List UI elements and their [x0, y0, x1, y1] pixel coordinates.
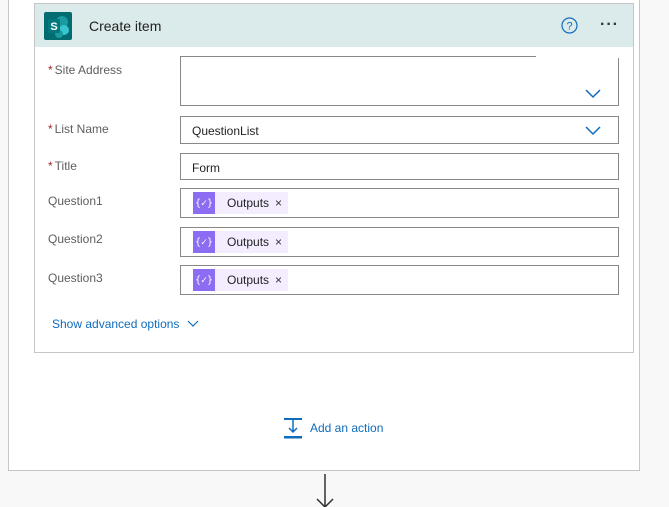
more-options-icon[interactable]: ··· [600, 16, 619, 34]
list-name-label: * List Name [48, 122, 109, 136]
create-item-card: S Create item ? ··· * Site Address * List … [34, 3, 634, 353]
question3-label: Question3 [48, 271, 103, 285]
remove-token-icon[interactable]: × [275, 235, 282, 249]
card-title: Create item [89, 18, 162, 34]
question2-input[interactable]: {✓} Outputs × [180, 227, 619, 257]
card-header[interactable]: S Create item ? ··· [35, 4, 633, 47]
connector-arrow-down [316, 474, 334, 507]
title-label: * Title [48, 159, 77, 173]
list-name-value: QuestionList [192, 124, 259, 138]
expression-icon: {✓} [193, 231, 215, 253]
show-advanced-options-link[interactable]: Show advanced options [52, 317, 199, 331]
svg-text:S: S [50, 21, 57, 33]
title-input[interactable]: Form [180, 153, 619, 180]
chevron-down-icon [188, 320, 199, 327]
outputs-token[interactable]: {✓} Outputs × [193, 192, 289, 214]
question1-input[interactable]: {✓} Outputs × [180, 188, 619, 218]
question1-label: Question1 [48, 194, 103, 208]
question3-input[interactable]: {✓} Outputs × [180, 265, 619, 295]
remove-token-icon[interactable]: × [275, 273, 282, 287]
chevron-down-icon[interactable] [585, 89, 601, 99]
add-an-action-button[interactable]: Add an action [282, 417, 383, 439]
expression-icon: {✓} [193, 192, 215, 214]
scope-container: S Create item ? ··· * Site Address * List … [8, 0, 640, 471]
sharepoint-icon: S [44, 12, 72, 40]
remove-token-icon[interactable]: × [275, 196, 282, 210]
svg-text:?: ? [566, 21, 572, 33]
title-value: Form [192, 161, 220, 175]
outputs-token[interactable]: {✓} Outputs × [193, 269, 289, 291]
question2-label: Question2 [48, 232, 103, 246]
chevron-down-icon[interactable] [585, 126, 601, 136]
outputs-token[interactable]: {✓} Outputs × [193, 231, 289, 253]
site-address-label: * Site Address [48, 63, 123, 77]
input-border-gap [536, 56, 620, 58]
add-action-icon [284, 418, 302, 439]
help-circle-icon[interactable]: ? [561, 17, 578, 34]
list-name-dropdown[interactable]: QuestionList [180, 116, 619, 144]
site-address-dropdown[interactable] [180, 56, 620, 106]
expression-icon: {✓} [193, 269, 215, 291]
